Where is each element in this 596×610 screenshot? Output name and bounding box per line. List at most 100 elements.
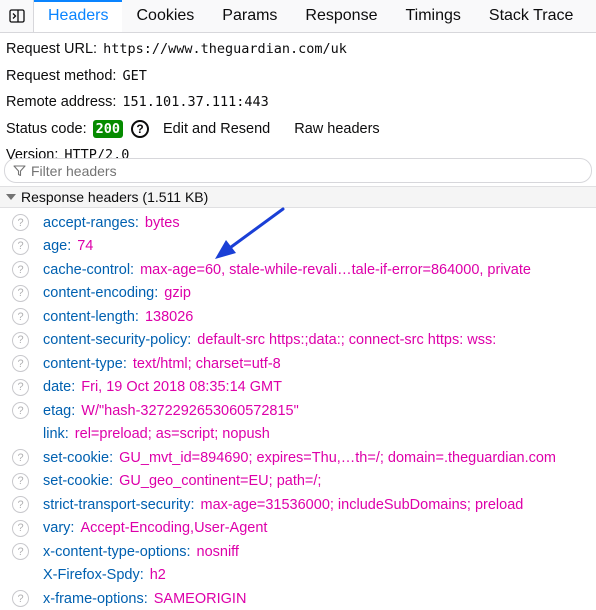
header-name: content-type bbox=[43, 356, 127, 372]
response-header-row[interactable]: ? x-frame-options SAMEORIGIN bbox=[0, 587, 596, 610]
tab-params[interactable]: Params bbox=[208, 0, 291, 32]
header-line: content-type text/html; charset=utf-8 bbox=[0, 356, 281, 372]
header-line: etag W/"hash-3272292653060572815" bbox=[0, 403, 299, 419]
header-name: vary bbox=[43, 520, 74, 536]
question-circle-icon[interactable]: ? bbox=[12, 284, 29, 302]
header-name: content-security-policy bbox=[43, 332, 191, 348]
response-header-row[interactable]: ? content-security-policy default-src http… bbox=[0, 329, 596, 353]
header-value: 74 bbox=[77, 238, 94, 255]
header-value: default-src https:;data:; connect-src ht… bbox=[197, 332, 497, 349]
header-name: age bbox=[43, 238, 71, 254]
header-name: content-length bbox=[43, 309, 139, 325]
request-summary: Request URL: https://www.theguardian.com… bbox=[6, 36, 591, 169]
tab-headers[interactable]: Headers bbox=[34, 0, 123, 32]
header-value: max-age=31536000; includeSubDomains; pre… bbox=[200, 496, 524, 513]
request-url-row: Request URL: https://www.theguardian.com… bbox=[6, 36, 591, 63]
tab-response[interactable]: Response bbox=[291, 0, 391, 32]
header-name: set-cookie bbox=[43, 473, 113, 489]
header-name: x-content-type-options bbox=[43, 544, 191, 560]
response-header-row[interactable]: ? etag W/"hash-3272292653060572815" bbox=[0, 399, 596, 423]
header-line: vary Accept-Encoding,User-Agent bbox=[0, 520, 267, 536]
header-line: date Fri, 19 Oct 2018 08:35:14 GMT bbox=[0, 379, 282, 395]
header-value: max-age=60, stale-while-revali…tale-if-e… bbox=[140, 261, 531, 278]
question-circle-icon[interactable]: ? bbox=[12, 472, 29, 490]
request-method-row: Request method: GET bbox=[6, 63, 591, 90]
request-method-label: Request method: bbox=[6, 67, 117, 84]
header-value: Fri, 19 Oct 2018 08:35:14 GMT bbox=[81, 379, 282, 396]
sidebar-toggle-icon[interactable] bbox=[0, 0, 34, 32]
question-circle-icon[interactable]: ? bbox=[12, 519, 29, 537]
header-value: text/html; charset=utf-8 bbox=[132, 355, 281, 372]
header-name: cache-control bbox=[43, 262, 134, 278]
question-circle-icon[interactable]: ? bbox=[12, 308, 29, 325]
response-header-row[interactable]: X-Firefox-Spdy h2 bbox=[0, 564, 596, 588]
edit-and-resend-button[interactable]: Edit and Resend bbox=[163, 121, 270, 137]
header-value: GU_mvt_id=894690; expires=Thu,…th=/; dom… bbox=[119, 449, 556, 466]
header-line: link rel=preload; as=script; nopush bbox=[0, 426, 270, 442]
header-value: h2 bbox=[149, 567, 166, 584]
response-header-row[interactable]: ? content-encoding gzip bbox=[0, 282, 596, 306]
response-header-row[interactable]: ? set-cookie GU_geo_continent=EU; path=/; bbox=[0, 470, 596, 494]
question-circle-icon[interactable]: ? bbox=[12, 355, 29, 372]
remote-address-label: Remote address: bbox=[6, 94, 117, 111]
header-line: strict-transport-security max-age=3153600… bbox=[0, 497, 523, 513]
header-line: set-cookie GU_geo_continent=EU; path=/; bbox=[0, 473, 321, 489]
filter-icon bbox=[13, 165, 26, 177]
response-header-row[interactable]: ? age 74 bbox=[0, 235, 596, 259]
header-line: x-frame-options SAMEORIGIN bbox=[0, 591, 246, 607]
response-header-row[interactable]: ? vary Accept-Encoding,User-Agent bbox=[0, 517, 596, 541]
header-line: content-security-policy default-src https… bbox=[0, 332, 496, 348]
question-circle-icon[interactable]: ? bbox=[12, 543, 29, 560]
header-name: accept-ranges bbox=[43, 215, 139, 231]
help-icon[interactable]: ? bbox=[131, 119, 149, 138]
response-header-row[interactable]: ? cache-control max-age=60, stale-while-re… bbox=[0, 258, 596, 282]
question-circle-icon[interactable]: ? bbox=[12, 402, 29, 419]
question-circle-icon[interactable]: ? bbox=[12, 590, 29, 607]
header-value: bytes bbox=[144, 214, 180, 231]
response-header-row[interactable]: ? strict-transport-security max-age=315360… bbox=[0, 493, 596, 517]
header-value: GU_geo_continent=EU; path=/; bbox=[119, 473, 322, 490]
header-name: X-Firefox-Spdy bbox=[43, 567, 144, 583]
response-header-row[interactable]: ? content-type text/html; charset=utf-8 bbox=[0, 352, 596, 376]
header-name: date bbox=[43, 379, 75, 395]
header-value: 138026 bbox=[144, 308, 194, 325]
status-code-label: Status code: bbox=[6, 120, 87, 137]
question-circle-icon[interactable]: ? bbox=[12, 261, 29, 278]
response-header-row[interactable]: link rel=preload; as=script; nopush bbox=[0, 423, 596, 447]
filter-headers-input[interactable] bbox=[31, 162, 571, 179]
question-circle-icon[interactable]: ? bbox=[12, 449, 29, 466]
question-circle-icon[interactable]: ? bbox=[12, 331, 29, 349]
response-headers-list: ? accept-ranges bytes? age 74? cache-control m… bbox=[0, 211, 596, 610]
question-circle-icon[interactable]: ? bbox=[12, 214, 29, 231]
header-line: X-Firefox-Spdy h2 bbox=[0, 567, 166, 583]
tab-timings[interactable]: Timings bbox=[391, 0, 474, 32]
header-value: gzip bbox=[164, 285, 191, 302]
header-line: set-cookie GU_mvt_id=894690; expires=Thu,… bbox=[0, 450, 556, 466]
request-method-value: GET bbox=[122, 67, 147, 84]
response-header-row[interactable]: ? accept-ranges bytes bbox=[0, 211, 596, 235]
question-circle-icon[interactable]: ? bbox=[12, 237, 29, 255]
remote-address-row: Remote address: 151.101.37.111:443 bbox=[6, 89, 591, 116]
remote-address-value: 151.101.37.111:443 bbox=[122, 94, 269, 111]
tab-stack-trace[interactable]: Stack Trace bbox=[475, 0, 587, 32]
raw-headers-toggle[interactable]: Raw headers bbox=[294, 121, 379, 137]
response-header-row[interactable]: ? content-length 138026 bbox=[0, 305, 596, 329]
header-name: etag bbox=[43, 403, 75, 419]
header-value: SAMEORIGIN bbox=[153, 590, 247, 607]
request-url-label: Request URL: bbox=[6, 41, 98, 58]
response-header-row[interactable]: ? x-content-type-options nosniff bbox=[0, 540, 596, 564]
question-circle-icon[interactable]: ? bbox=[12, 378, 29, 396]
response-header-row[interactable]: ? date Fri, 19 Oct 2018 08:35:14 GMT bbox=[0, 376, 596, 400]
response-headers-section-toggle[interactable]: Response headers (1.511 KB) bbox=[0, 186, 596, 208]
response-header-row[interactable]: ? set-cookie GU_mvt_id=894690; expires=Thu… bbox=[0, 446, 596, 470]
question-circle-icon[interactable]: ? bbox=[12, 496, 29, 513]
filter-box bbox=[4, 158, 592, 183]
response-headers-section-label: Response headers (1.511 KB) bbox=[21, 189, 209, 205]
header-line: cache-control max-age=60, stale-while-rev… bbox=[0, 262, 531, 278]
header-name: link bbox=[43, 426, 69, 442]
request-url-value: https://www.theguardian.com/uk bbox=[103, 41, 347, 58]
header-name: content-encoding bbox=[43, 285, 158, 301]
triangle-down-icon bbox=[6, 194, 16, 200]
status-badge: 200 bbox=[92, 119, 123, 138]
tab-cookies[interactable]: Cookies bbox=[122, 0, 208, 32]
